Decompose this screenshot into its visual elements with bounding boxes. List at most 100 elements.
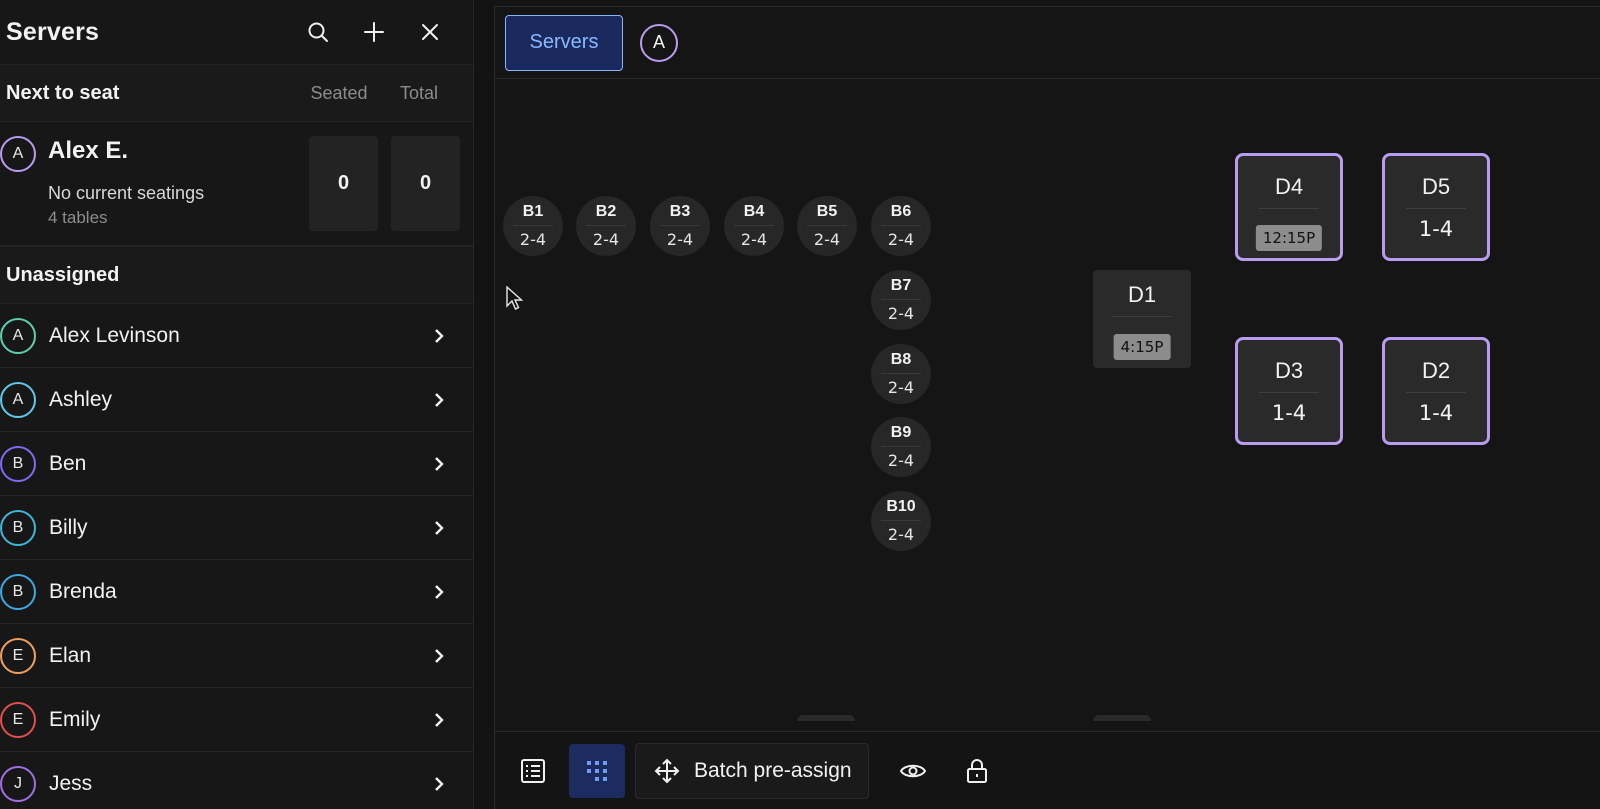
table-name: B8 bbox=[881, 351, 921, 374]
server-name: Billy bbox=[49, 515, 88, 539]
server-name: Ashley bbox=[49, 387, 113, 411]
avatar: A bbox=[0, 317, 36, 354]
unassigned-title: Unassigned bbox=[6, 263, 120, 286]
batch-pre-assign-button[interactable]: Batch pre-assign bbox=[635, 742, 869, 799]
servers-sidebar: Servers Next to seat Seated Total A Alex… bbox=[0, 0, 474, 809]
server-list: A Alex Levinson A Ashley B Ben B Billy B Brenda E E… bbox=[0, 304, 473, 809]
server-row[interactable]: B Ben bbox=[0, 432, 473, 496]
server-name: Emily bbox=[49, 707, 101, 731]
server-row[interactable]: A Alex Levinson bbox=[0, 304, 473, 368]
next-server-card[interactable]: A Alex E. No current seatings 4 tables 0… bbox=[0, 122, 473, 246]
list-view-icon[interactable] bbox=[507, 744, 559, 798]
mouse-cursor-icon bbox=[506, 286, 524, 310]
table-d4[interactable]: D4 1-4 12:15P bbox=[1235, 153, 1343, 261]
table-capacity: 2-4 bbox=[666, 230, 694, 249]
table-name: B6 bbox=[881, 203, 921, 226]
table-capacity: 1-4 bbox=[1418, 216, 1454, 241]
avatar: E bbox=[0, 637, 36, 674]
table-capacity: 2-4 bbox=[813, 230, 841, 249]
floor-plan-view-icon[interactable] bbox=[569, 743, 625, 798]
table-b3[interactable]: B3 2-4 bbox=[650, 196, 710, 256]
server-row[interactable]: A Ashley bbox=[0, 368, 473, 432]
table-b2[interactable]: B2 2-4 bbox=[576, 196, 636, 256]
server-row[interactable]: J Jess bbox=[0, 752, 473, 809]
table-name: B9 bbox=[881, 424, 921, 447]
table-capacity: 2-4 bbox=[887, 525, 915, 544]
batch-pre-assign-label: Batch pre-assign bbox=[694, 758, 852, 782]
table-b4[interactable]: B4 2-4 bbox=[724, 196, 784, 256]
next-server-status: No current seatings bbox=[48, 183, 205, 203]
chevron-right-icon bbox=[431, 456, 447, 472]
server-row[interactable]: E Emily bbox=[0, 688, 473, 752]
table-name: D3 bbox=[1259, 358, 1319, 393]
floor-plan: B1 2-4 B2 2-4 B3 2-4 B4 2-4 B5 2-4 B6 2-… bbox=[495, 79, 1600, 739]
avatar: J bbox=[0, 765, 36, 802]
table-capacity: 1-4 bbox=[1271, 400, 1307, 425]
table-capacity: 2-4 bbox=[592, 230, 620, 249]
reservation-time-badge: 4:15P bbox=[1113, 334, 1171, 360]
table-b10[interactable]: B10 2-4 bbox=[871, 491, 931, 551]
chevron-right-icon bbox=[431, 584, 447, 600]
table-b1[interactable]: B1 2-4 bbox=[503, 196, 563, 256]
avatar: A bbox=[0, 136, 36, 172]
lock-icon[interactable] bbox=[951, 744, 1003, 798]
total-count: 0 bbox=[391, 136, 460, 231]
reservation-time-badge: 12:15P bbox=[1255, 225, 1323, 251]
floor-toolbar: Batch pre-assign bbox=[495, 731, 1600, 809]
avatar: E bbox=[0, 701, 36, 738]
avatar: A bbox=[0, 381, 36, 418]
table-name: D5 bbox=[1406, 174, 1466, 209]
table-d2[interactable]: D2 1-4 bbox=[1382, 337, 1490, 445]
chevron-right-icon bbox=[431, 712, 447, 728]
table-capacity: 2-4 bbox=[887, 230, 915, 249]
search-icon[interactable] bbox=[301, 15, 335, 49]
table-name: B4 bbox=[734, 203, 774, 226]
server-name: Jess bbox=[49, 771, 93, 795]
table-d3[interactable]: D3 1-4 bbox=[1235, 337, 1343, 445]
floor-plan-panel: Servers A B1 2-4 B2 2-4 B3 2-4 B4 2-4 B5… bbox=[494, 6, 1600, 809]
table-name: B5 bbox=[807, 203, 847, 226]
add-icon[interactable] bbox=[357, 15, 391, 49]
server-name: Ben bbox=[49, 451, 87, 475]
chevron-right-icon bbox=[431, 776, 447, 792]
table-name: B7 bbox=[881, 277, 921, 300]
move-icon bbox=[654, 758, 680, 783]
table-capacity: 2-4 bbox=[887, 304, 915, 323]
table-b5[interactable]: B5 2-4 bbox=[797, 196, 857, 256]
server-name: Alex Levinson bbox=[49, 323, 180, 347]
server-row[interactable]: B Brenda bbox=[0, 560, 473, 624]
server-row[interactable]: B Billy bbox=[0, 496, 473, 560]
chevron-right-icon bbox=[431, 328, 447, 344]
eye-icon[interactable] bbox=[887, 744, 939, 798]
avatar[interactable]: A bbox=[640, 23, 678, 62]
sidebar-header: Servers bbox=[0, 0, 473, 64]
next-server-name: Alex E. bbox=[48, 137, 129, 164]
table-b8[interactable]: B8 2-4 bbox=[871, 344, 931, 404]
chevron-right-icon bbox=[431, 520, 447, 536]
avatar: B bbox=[0, 573, 36, 610]
server-name: Brenda bbox=[49, 579, 117, 603]
table-capacity: 2-4 bbox=[887, 451, 915, 470]
table-d5[interactable]: D5 1-4 bbox=[1382, 153, 1490, 261]
table-b6[interactable]: B6 2-4 bbox=[871, 196, 931, 256]
close-icon[interactable] bbox=[413, 15, 447, 49]
seated-column-label: Seated bbox=[310, 82, 368, 103]
total-column-label: Total bbox=[399, 82, 439, 103]
table-b9[interactable]: B9 2-4 bbox=[871, 417, 931, 477]
next-to-seat-title: Next to seat bbox=[6, 81, 120, 104]
partial-table bbox=[1093, 715, 1151, 721]
chevron-right-icon bbox=[431, 392, 447, 408]
table-d1[interactable]: D1 4:15P bbox=[1093, 270, 1191, 368]
table-b7[interactable]: B7 2-4 bbox=[871, 270, 931, 330]
tab-servers[interactable]: Servers bbox=[505, 14, 623, 71]
table-name: B3 bbox=[660, 203, 700, 226]
table-capacity: 2-4 bbox=[740, 230, 768, 249]
seated-count: 0 bbox=[309, 136, 378, 231]
avatar: B bbox=[0, 445, 36, 482]
server-row[interactable]: E Elan bbox=[0, 624, 473, 688]
table-name: D1 bbox=[1112, 282, 1172, 317]
sidebar-title: Servers bbox=[6, 17, 100, 46]
table-capacity: 2-4 bbox=[519, 230, 547, 249]
table-name: B10 bbox=[881, 498, 921, 521]
table-name: D4 bbox=[1259, 174, 1319, 209]
